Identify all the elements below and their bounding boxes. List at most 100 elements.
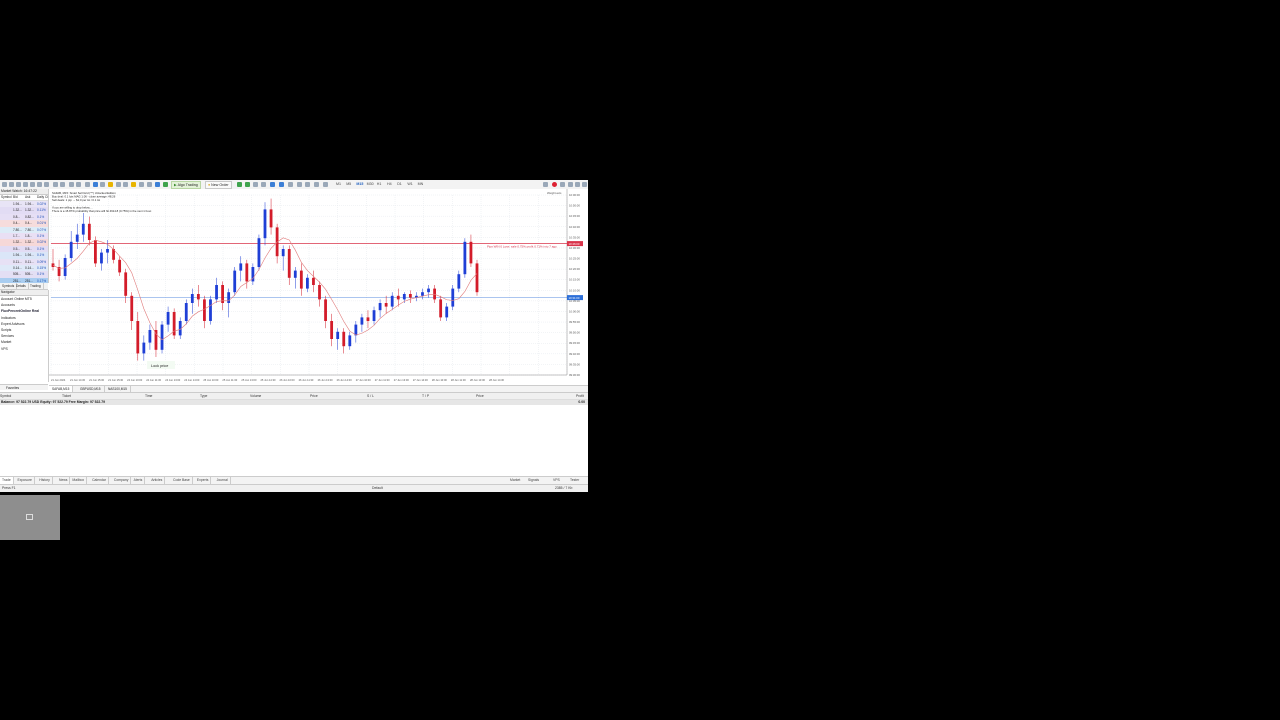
bear-candle[interactable]	[196, 294, 200, 300]
timeframe-h1[interactable]: H1	[377, 182, 382, 186]
bear-candle[interactable]	[408, 294, 412, 298]
toolbox-tab[interactable]: Company	[112, 477, 132, 484]
trade-column[interactable]: T / P	[422, 393, 429, 399]
close-icon[interactable]	[582, 182, 587, 187]
restore-icon[interactable]	[575, 182, 580, 187]
timeframe-w1[interactable]: W1	[407, 182, 412, 186]
bull-candle[interactable]	[306, 277, 309, 289]
bear-candle[interactable]	[203, 299, 206, 321]
timeframe-m30[interactable]: M30	[367, 182, 374, 186]
bear-candle[interactable]	[366, 317, 370, 321]
toolbox-tab[interactable]: Alerts	[132, 477, 146, 484]
toolbox-signals[interactable]: Signals	[528, 477, 539, 484]
bull-candle[interactable]	[209, 299, 212, 321]
bull-candle[interactable]	[166, 312, 170, 325]
bull-candle[interactable]	[239, 263, 243, 271]
line-icon[interactable]	[23, 182, 28, 187]
bull-candle[interactable]	[378, 303, 382, 311]
arrows-icon[interactable]	[60, 182, 65, 187]
bull-candle[interactable]	[354, 324, 358, 336]
price-chart[interactable]: 10:00:00 10:50:00 10:45:00 10:40:00 10:35:00…	[49, 189, 588, 385]
bull-candle[interactable]	[106, 249, 109, 253]
bear-candle[interactable]	[118, 259, 122, 273]
market-watch-tab-trading[interactable]: Trading	[28, 283, 44, 289]
toolbox-tab[interactable]: Articles	[149, 477, 166, 484]
crosshair-icon[interactable]	[16, 182, 21, 187]
bull-candle[interactable]	[281, 249, 285, 257]
bear-candle[interactable]	[396, 295, 400, 300]
line-chart-icon[interactable]	[261, 182, 266, 187]
toolbox-market[interactable]: Market	[510, 477, 520, 484]
bear-candle[interactable]	[287, 249, 291, 278]
toolbox-tab[interactable]: Experts	[195, 477, 212, 484]
notifications-icon[interactable]	[552, 182, 557, 187]
bear-candle[interactable]	[330, 321, 334, 339]
trade-column[interactable]: Profit	[576, 393, 584, 399]
toolbox-tab[interactable]: Journal	[215, 477, 231, 484]
timeframe-d1[interactable]: D1	[397, 182, 402, 186]
toolbox-tab[interactable]: Exposure	[16, 477, 35, 484]
bull-candle[interactable]	[160, 324, 164, 350]
toolbox-tab[interactable]: Mailbox	[70, 477, 88, 484]
depth-of-market-icon[interactable]	[123, 182, 128, 187]
monitor-icon[interactable]	[93, 182, 98, 187]
bull-candle[interactable]	[142, 342, 146, 354]
window-icon[interactable]	[85, 182, 90, 187]
toolbox-tab[interactable]: News	[57, 477, 71, 484]
timeframe-h4[interactable]: H4	[387, 182, 392, 186]
bull-candle[interactable]	[360, 317, 364, 325]
search-icon[interactable]	[543, 182, 548, 187]
bear-candle[interactable]	[94, 240, 97, 264]
bull-candle[interactable]	[148, 330, 152, 343]
new-chart-icon[interactable]	[2, 182, 7, 187]
navigator-icon[interactable]	[139, 182, 144, 187]
fibonacci-icon[interactable]	[37, 182, 42, 187]
minimize-icon[interactable]	[568, 182, 573, 187]
column-1[interactable]: Bid	[12, 195, 24, 200]
bear-candle[interactable]	[130, 295, 134, 321]
bear-candle[interactable]	[439, 299, 443, 318]
timeframe-m15[interactable]: M15	[356, 182, 363, 186]
bear-candle[interactable]	[154, 330, 158, 350]
grid-icon[interactable]	[288, 182, 293, 187]
bull-candle[interactable]	[184, 303, 188, 321]
bull-candle[interactable]	[445, 306, 449, 318]
new-order-button[interactable]: ● New Order	[205, 181, 232, 189]
bull-candle[interactable]	[257, 238, 261, 267]
bull-candle[interactable]	[233, 270, 237, 293]
bear-candle[interactable]	[221, 285, 224, 303]
toolbox-tab[interactable]: Trade	[0, 477, 14, 484]
bull-candle[interactable]	[402, 294, 406, 300]
indicators-icon[interactable]	[314, 182, 319, 187]
bull-candle[interactable]	[190, 294, 194, 303]
zoom-out-icon[interactable]	[279, 182, 284, 187]
bear-candle[interactable]	[87, 223, 91, 240]
toolbox-tab[interactable]: Code Base	[171, 477, 193, 484]
text-icon[interactable]	[44, 182, 49, 187]
buy-icon[interactable]	[237, 182, 242, 187]
folder-icon[interactable]	[108, 182, 113, 187]
bear-candle[interactable]	[124, 272, 128, 296]
bull-candle[interactable]	[293, 270, 297, 278]
column-0[interactable]: Symbol	[0, 195, 12, 200]
bear-candle[interactable]	[245, 263, 249, 282]
balance-row[interactable]: Balance: 97 522.79 USD Equity: 97 522.79…	[0, 400, 588, 405]
timeframe-mn[interactable]: MN	[418, 182, 424, 186]
ide-icon[interactable]	[155, 182, 160, 187]
templates-icon[interactable]	[323, 182, 328, 187]
trade-column[interactable]: Price	[476, 393, 484, 399]
trade-column[interactable]: Price	[310, 393, 318, 399]
candles-icon[interactable]	[253, 182, 258, 187]
bull-candle[interactable]	[215, 285, 218, 300]
undo-icon[interactable]	[76, 182, 81, 187]
profiles-icon[interactable]	[9, 182, 14, 187]
bull-candle[interactable]	[457, 274, 461, 289]
column-3[interactable]: Daily Ch.	[36, 195, 48, 200]
bear-candle[interactable]	[269, 209, 273, 228]
vps-icon[interactable]	[163, 182, 168, 187]
autoscroll-icon[interactable]	[297, 182, 302, 187]
bull-candle[interactable]	[390, 295, 394, 307]
bear-candle[interactable]	[384, 303, 388, 307]
bull-candle[interactable]	[336, 331, 340, 339]
bull-candle[interactable]	[427, 288, 430, 293]
